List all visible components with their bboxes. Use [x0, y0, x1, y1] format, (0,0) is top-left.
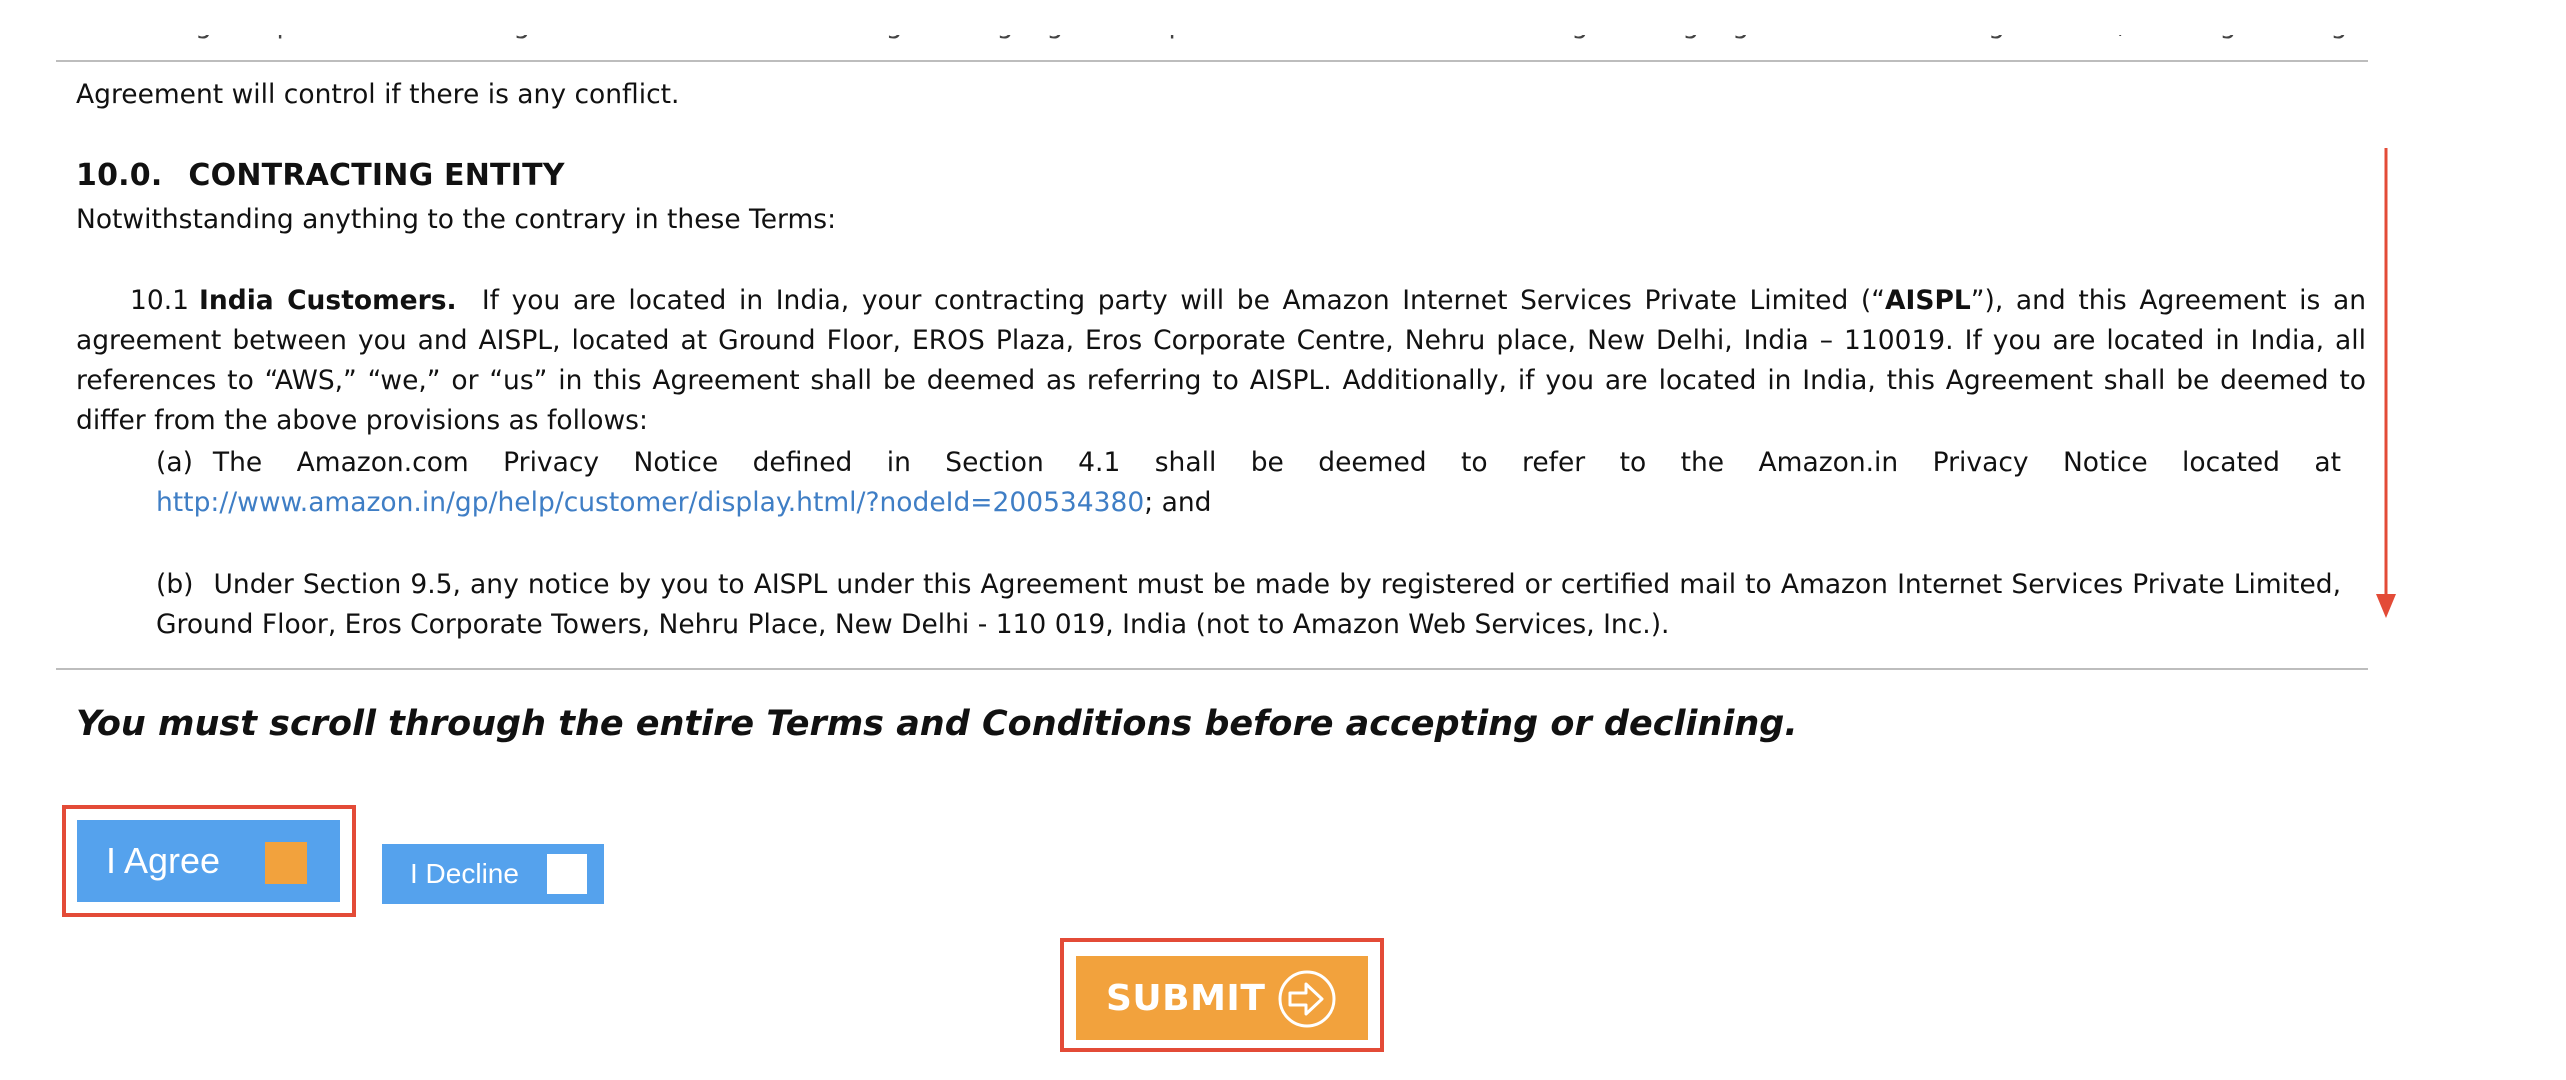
- sub-clause-a-label: (a): [156, 447, 193, 478]
- terms-scroll-area[interactable]: made or given pursuant to this Agreement…: [56, 0, 2368, 670]
- sub-clause-b-text: Under Section 9.5, any notice by you to …: [156, 569, 2341, 640]
- submit-button[interactable]: SUBMIT: [1076, 956, 1368, 1040]
- decline-button-label: I Decline: [410, 858, 519, 889]
- sub-clause-a-text: The Amazon.com Privacy Notice defined in…: [212, 447, 2341, 478]
- section-title: CONTRACTING ENTITY: [188, 158, 565, 193]
- privacy-notice-link[interactable]: http://www.amazon.in/gp/help/customer/di…: [156, 487, 1144, 518]
- aispl-term: AISPL: [1885, 285, 1971, 316]
- sub-clause-b: (b) Under Section 9.5, any notice by you …: [156, 565, 2341, 645]
- section-intro: Notwithstanding anything to the contrary…: [76, 204, 837, 235]
- clause-text-1: If you are located in India, your contra…: [481, 285, 1886, 316]
- scroll-notice: You must scroll through the entire Terms…: [76, 704, 1798, 744]
- clause-heading: India Customers.: [199, 285, 457, 316]
- arrow-circle-right-icon: [1278, 970, 1336, 1028]
- agree-button[interactable]: I Agree: [77, 820, 340, 902]
- cut-off-line: made or given pursuant to this Agreement…: [76, 35, 2366, 75]
- india-customers-paragraph: 10.1 India Customers. If you are located …: [76, 281, 2366, 441]
- checkbox-empty-icon: [547, 854, 587, 894]
- section-number: 10.0.: [76, 158, 163, 193]
- sub-clause-b-label: (b): [156, 569, 194, 600]
- cut-off-line-text: made or given pursuant to this Agreement…: [76, 35, 2366, 45]
- clause-number: 10.1: [130, 285, 190, 316]
- decline-button[interactable]: I Decline: [382, 844, 604, 904]
- sub-clause-a-end: ; and: [1144, 487, 1212, 518]
- arrow-down-icon: [2376, 148, 2396, 618]
- previous-paragraph-end: Agreement will control if there is any c…: [76, 79, 680, 110]
- submit-button-label: SUBMIT: [1106, 977, 1266, 1019]
- agree-button-label: I Agree: [106, 840, 221, 881]
- section-heading: 10.0. CONTRACTING ENTITY: [76, 156, 565, 196]
- sub-clause-a: (a) The Amazon.com Privacy Notice defined…: [156, 443, 2341, 523]
- checkbox-checked-icon: [265, 842, 307, 884]
